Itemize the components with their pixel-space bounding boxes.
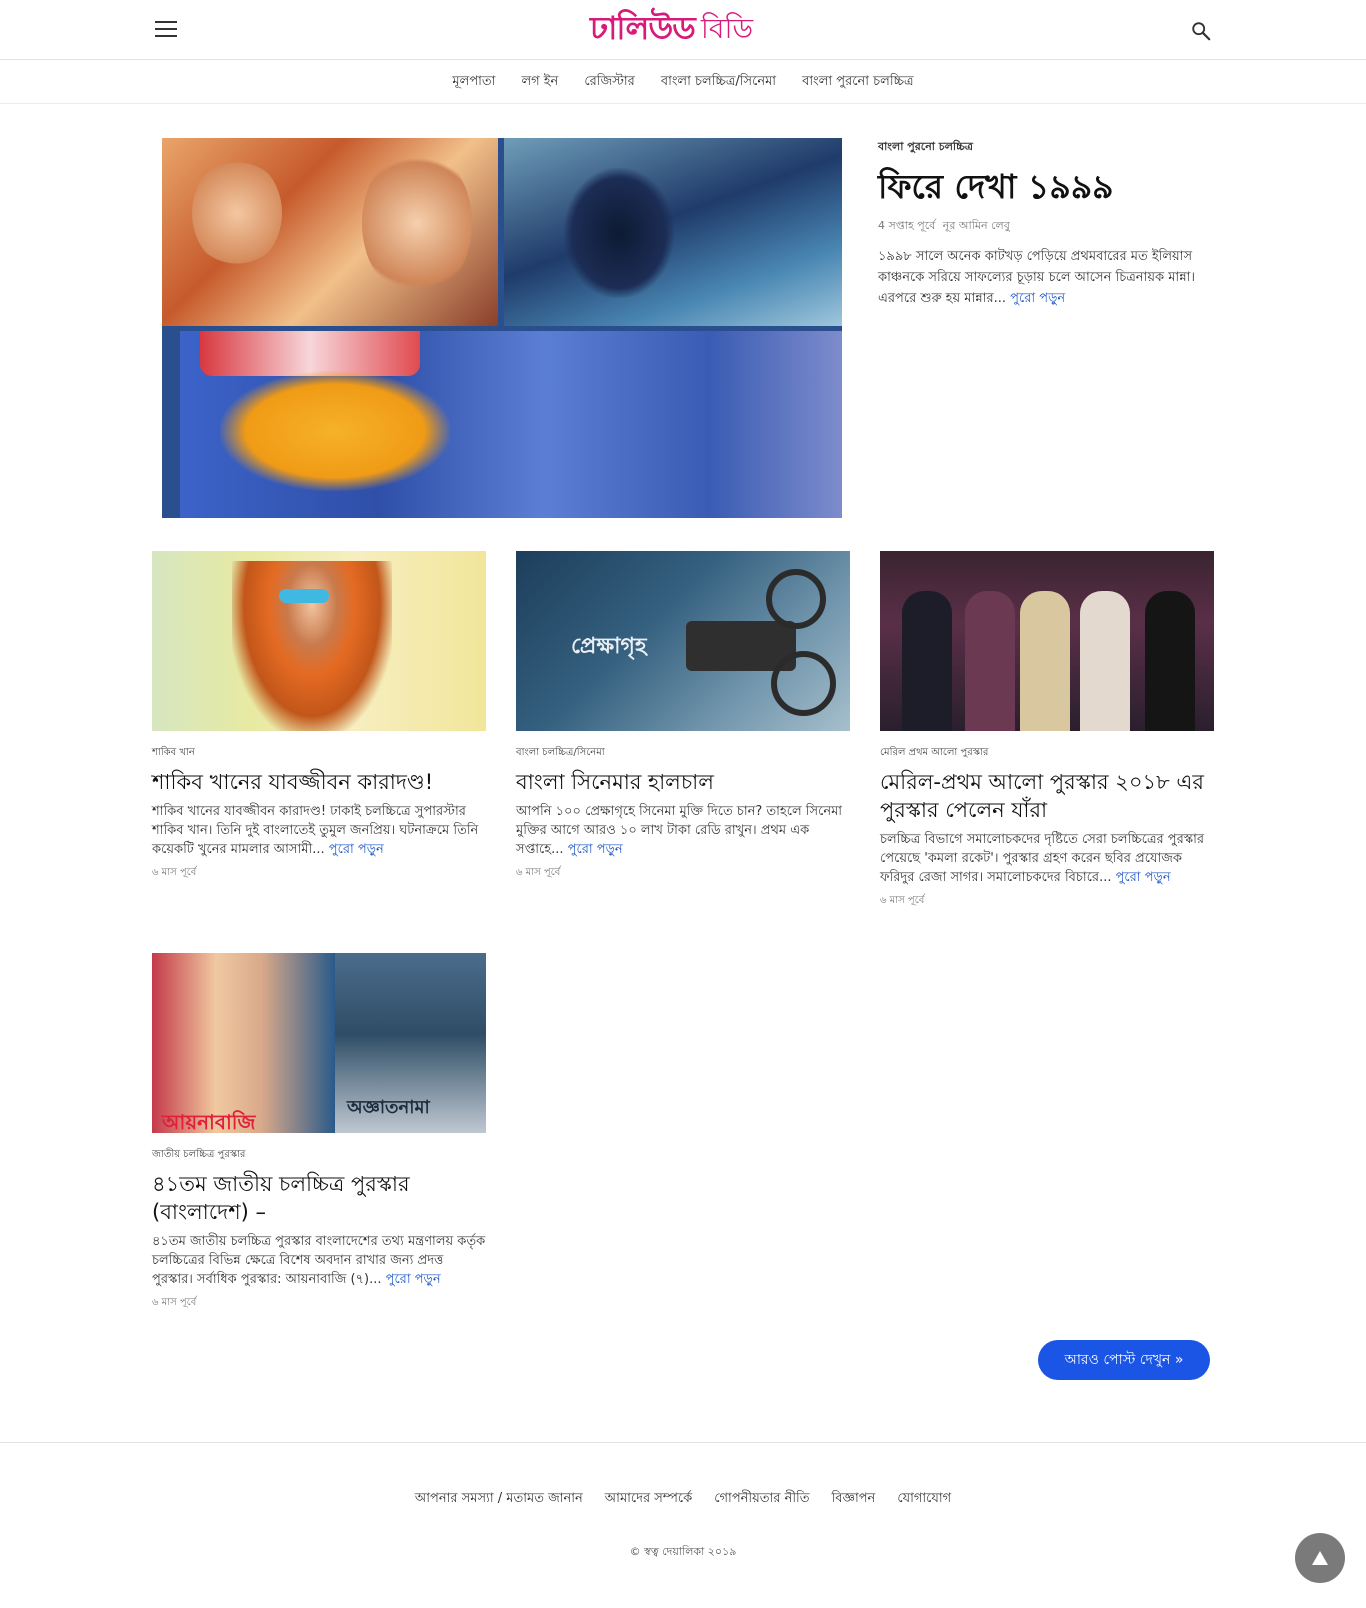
nav-item-old-cinema[interactable]: বাংলা পুরনো চলচ্চিত্র	[789, 72, 926, 93]
post-card-category[interactable]: জাতীয় চলচ্চিত্র পুরস্কার	[152, 1147, 486, 1164]
footer-link-advertise[interactable]: বিজ্ঞাপন	[821, 1489, 887, 1510]
featured-meta: 4 সপ্তাহ পূর্বে নূর আমিন লেবু	[878, 217, 1218, 236]
main-nav: মূলপাতা লগ ইন রেজিস্টার বাংলা চলচ্চিত্র/…	[0, 61, 1366, 104]
featured-post: বাংলা পুরনো চলচ্চিত্র ফিরে দেখা ১৯৯৯ 4 স…	[878, 138, 1218, 309]
post-card-read-more-link[interactable]: পুরো পড়ুন	[1116, 870, 1171, 885]
post-card-category[interactable]: মেরিল প্রথম আলো পুরস্কার	[880, 745, 1214, 762]
post-card-title[interactable]: শাকিব খানের যাবজ্জীবন কারাদণ্ড!	[152, 768, 486, 796]
featured-poster-top-right	[504, 138, 842, 326]
post-card-title[interactable]: বাংলা সিনেমার হালচাল	[516, 768, 850, 796]
post-card-excerpt: চলচ্চিত্র বিভাগে সমালোচকদের দৃষ্টিতে সের…	[880, 830, 1214, 887]
post-card-image-text-left: আয়নাবাজি	[162, 1110, 256, 1133]
search-icon[interactable]	[1190, 20, 1212, 42]
post-card-image[interactable]: প্রেক্ষাগৃহ	[516, 551, 850, 731]
featured-poster-top-left	[162, 138, 498, 326]
post-card-excerpt-text: আপনি ১০০ প্রেক্ষাগৃহে সিনেমা মুক্তি দিতে…	[516, 804, 843, 857]
post-card-read-more-link[interactable]: পুরো পড়ুন	[568, 842, 623, 857]
nav-item-bangla-cinema[interactable]: বাংলা চলচ্চিত্র/সিনেমা	[648, 72, 789, 93]
nav-item-register[interactable]: রেজিস্টার	[571, 72, 648, 93]
post-card-title[interactable]: মেরিল-প্রথম আলো পুরস্কার ২০১৮ এর পুরস্কা…	[880, 768, 1214, 824]
featured-poster-bottom	[180, 331, 842, 518]
site-logo[interactable]: ঢালিউড বিডি	[590, 8, 753, 52]
menu-icon[interactable]	[155, 21, 177, 38]
post-card: শাকিব খান শাকিব খানের যাবজ্জীবন কারাদণ্ড…	[152, 551, 486, 882]
post-card-image[interactable]	[152, 551, 486, 731]
nav-item-home[interactable]: মূলপাতা	[439, 72, 508, 93]
featured-time: 4 সপ্তাহ পূর্বে	[878, 218, 936, 232]
post-card-image[interactable]: আয়নাবাজি অজ্ঞাতনামা	[152, 953, 486, 1133]
footer-link-about[interactable]: আমাদের সম্পর্কে	[594, 1489, 703, 1510]
post-card: আয়নাবাজি অজ্ঞাতনামা জাতীয় চলচ্চিত্র পু…	[152, 953, 486, 1312]
copyright-text: © স্বত্ব দেয়ালিকা ২০১৯	[629, 1545, 737, 1558]
featured-excerpt: ১৯৯৮ সালে অনেক কাটখড় পেড়িয়ে প্রথমবারে…	[878, 246, 1218, 309]
featured-read-more-link[interactable]: পুরো পড়ুন	[1010, 291, 1065, 306]
top-header: ঢালিউড বিডি	[0, 0, 1366, 60]
footer-links: আপনার সমস্যা / মতামত জানান আমাদের সম্পর্…	[0, 1489, 1366, 1510]
arrow-up-icon	[1312, 1551, 1328, 1565]
logo-main-text: ঢালিউড	[590, 9, 696, 47]
more-posts-button[interactable]: আরও পোস্ট দেখুন »	[1038, 1340, 1210, 1380]
post-card-excerpt: ৪১তম জাতীয় চলচ্চিত্র পুরস্কার বাংলাদেশে…	[152, 1232, 486, 1289]
post-card-image-text: প্রেক্ষাগৃহ	[571, 634, 647, 659]
nav-item-login[interactable]: লগ ইন	[508, 72, 571, 93]
post-card-time: ৬ মাস পূর্বে	[152, 1297, 197, 1308]
featured-image[interactable]	[162, 138, 842, 518]
post-card-time: ৬ মাস পূর্বে	[152, 867, 197, 878]
site-footer: আপনার সমস্যা / মতামত জানান আমাদের সম্পর্…	[0, 1442, 1366, 1608]
post-card-read-more-link[interactable]: পুরো পড়ুন	[329, 842, 384, 857]
post-card-time: ৬ মাস পূর্বে	[516, 867, 561, 878]
post-card-read-more-link[interactable]: পুরো পড়ুন	[386, 1272, 441, 1287]
post-card-category[interactable]: শাকিব খান	[152, 745, 486, 762]
footer-link-privacy[interactable]: গোপনীয়তার নীতি	[703, 1489, 820, 1510]
post-card-excerpt-text: শাকিব খানের যাবজ্জীবন কারাদণ্ড! ঢাকাই চল…	[152, 804, 479, 857]
featured-title[interactable]: ফিরে দেখা ১৯৯৯	[878, 167, 1218, 207]
post-card: প্রেক্ষাগৃহ বাংলা চলচ্চিত্র/সিনেমা বাংলা…	[516, 551, 850, 882]
post-card-time: ৬ মাস পূর্বে	[880, 895, 925, 906]
post-card-excerpt: আপনি ১০০ প্রেক্ষাগৃহে সিনেমা মুক্তি দিতে…	[516, 802, 850, 859]
footer-link-contact[interactable]: যোগাযোগ	[886, 1489, 962, 1510]
post-card-category[interactable]: বাংলা চলচ্চিত্র/সিনেমা	[516, 745, 850, 762]
footer-link-feedback[interactable]: আপনার সমস্যা / মতামত জানান	[404, 1489, 594, 1510]
featured-author[interactable]: নূর আমিন লেবু	[943, 219, 1010, 232]
featured-category[interactable]: বাংলা পুরনো চলচ্চিত্র	[878, 138, 1218, 157]
logo-sub-text: বিডি	[700, 11, 754, 45]
post-card-image-text-right: অজ্ঞাতনামা	[347, 1097, 430, 1118]
post-card-image[interactable]	[880, 551, 1214, 731]
post-card-excerpt: শাকিব খানের যাবজ্জীবন কারাদণ্ড! ঢাকাই চল…	[152, 802, 486, 859]
post-card: মেরিল প্রথম আলো পুরস্কার মেরিল-প্রথম আলো…	[880, 551, 1214, 910]
scroll-to-top-button[interactable]	[1295, 1533, 1345, 1583]
post-card-title[interactable]: ৪১তম জাতীয় চলচ্চিত্র পুরস্কার (বাংলাদেশ…	[152, 1170, 486, 1226]
